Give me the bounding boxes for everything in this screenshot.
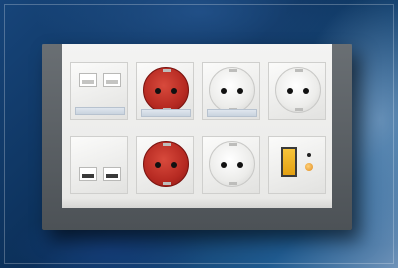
pin-hole-icon bbox=[155, 162, 161, 168]
earth-clip-icon bbox=[229, 182, 237, 185]
reset-dot-icon bbox=[307, 153, 311, 157]
switch-module bbox=[268, 136, 326, 194]
pin-hole-icon bbox=[171, 162, 177, 168]
socket-red-top bbox=[136, 62, 194, 120]
data-port-top-right[interactable] bbox=[103, 73, 121, 87]
red-socket-face[interactable] bbox=[143, 141, 189, 187]
earth-clip-icon bbox=[163, 69, 171, 72]
socket-white-top-1 bbox=[202, 62, 260, 120]
earth-clip-icon bbox=[295, 108, 303, 111]
data-outlet-top bbox=[70, 62, 128, 120]
pin-hole-icon bbox=[171, 88, 177, 94]
data-port-top-left[interactable] bbox=[79, 73, 97, 87]
pin-hole-icon bbox=[287, 88, 293, 94]
earth-clip-icon bbox=[229, 143, 237, 146]
data-port-bottom-right[interactable] bbox=[103, 167, 121, 181]
white-socket-face[interactable] bbox=[209, 67, 255, 113]
indicator-light-icon bbox=[305, 163, 313, 171]
earth-clip-icon bbox=[163, 182, 171, 185]
white-socket-face[interactable] bbox=[209, 141, 255, 187]
data-port-bottom-left[interactable] bbox=[79, 167, 97, 181]
rocker-switch[interactable] bbox=[281, 147, 297, 177]
white-socket-face[interactable] bbox=[275, 67, 321, 113]
label-strip bbox=[207, 109, 257, 117]
pin-hole-icon bbox=[237, 162, 243, 168]
label-strip bbox=[75, 107, 125, 115]
pin-hole-icon bbox=[237, 88, 243, 94]
panel-shade bbox=[62, 198, 332, 208]
pin-hole-icon bbox=[155, 88, 161, 94]
socket-white-top-2 bbox=[268, 62, 326, 120]
pin-hole-icon bbox=[303, 88, 309, 94]
socket-red-bottom bbox=[136, 136, 194, 194]
data-outlet-bottom bbox=[70, 136, 128, 194]
earth-clip-icon bbox=[229, 69, 237, 72]
outlet-panel bbox=[62, 44, 332, 208]
label-strip bbox=[141, 109, 191, 117]
red-socket-face[interactable] bbox=[143, 67, 189, 113]
pin-hole-icon bbox=[221, 88, 227, 94]
socket-white-bottom bbox=[202, 136, 260, 194]
pin-hole-icon bbox=[221, 162, 227, 168]
earth-clip-icon bbox=[295, 69, 303, 72]
earth-clip-icon bbox=[163, 143, 171, 146]
